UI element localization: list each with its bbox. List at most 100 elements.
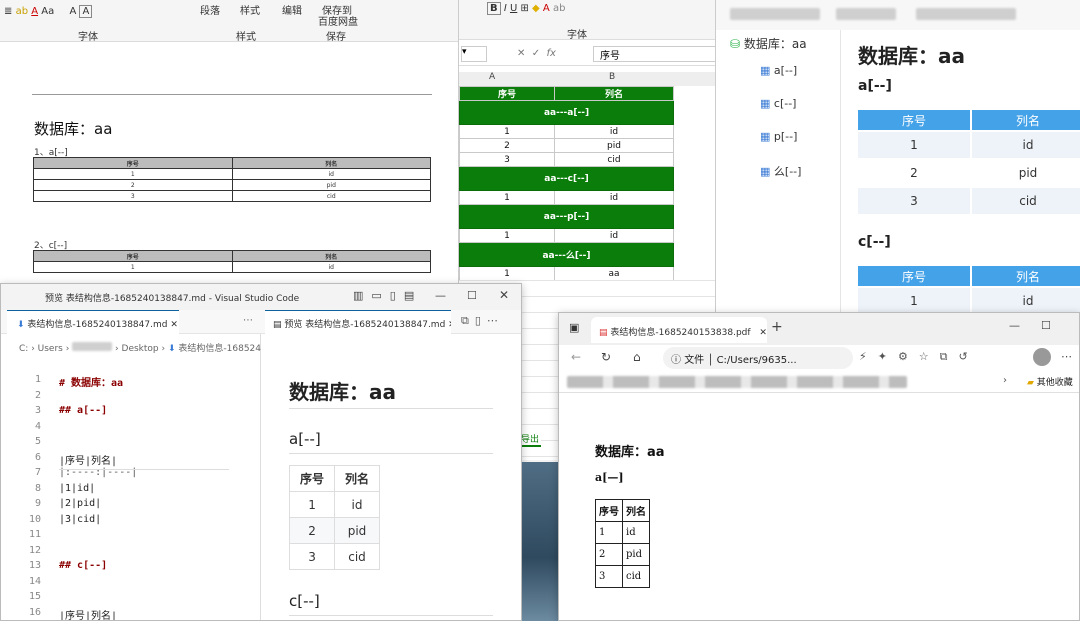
cell[interactable]: 1 — [459, 124, 555, 139]
cell: pid — [970, 158, 1080, 188]
col-a[interactable]: A — [489, 72, 495, 82]
cell: cid — [970, 186, 1080, 216]
background-image — [522, 462, 558, 621]
tab-actions-icon[interactable]: ▣ — [569, 321, 579, 334]
tab-preview[interactable]: ▤ 预览 表结构信息-1685240138847.md ✕ — [265, 310, 451, 334]
line-number: 13 — [28, 560, 41, 571]
save-to-cloud-line2[interactable]: 百度网盘 — [318, 13, 358, 28]
th-index: 序号 — [33, 250, 233, 262]
cell[interactable]: aa — [554, 266, 674, 281]
header-cell[interactable]: 列名 — [554, 86, 674, 101]
maximize-button[interactable]: ☐ — [467, 289, 477, 302]
th-column: 列名 — [970, 108, 1080, 132]
breadcrumb-item[interactable]: C: — [19, 344, 28, 354]
line-number: 2 — [34, 389, 41, 401]
word-window: ≣ ab A Aa A A 字体 段落 样式 样式 编辑 保存到 百度网盘 保存… — [0, 0, 460, 300]
code-line[interactable]: ## c[--] — [59, 560, 107, 571]
group-title-cell[interactable]: aa---p[--] — [459, 204, 674, 229]
tree-item-c[interactable]: ▦ c[--] — [760, 97, 796, 110]
tree-item-p[interactable]: ▦ p[--] — [760, 130, 797, 143]
folder-icon: ▰ — [1027, 378, 1034, 388]
format-buttons[interactable]: B I U ⊞ ◆ A ab — [487, 2, 565, 15]
cell: id — [622, 521, 650, 544]
code-line[interactable]: # 数据库：aa — [59, 374, 123, 389]
cell[interactable]: 3 — [459, 152, 555, 167]
cell: 2 — [33, 179, 233, 191]
cell[interactable]: cid — [554, 152, 674, 167]
list-icon[interactable]: ≣ — [4, 6, 12, 17]
other-bookmarks[interactable]: ▰ 其他收藏 — [1027, 375, 1073, 388]
sheet-tab-export[interactable]: 导出 — [519, 432, 542, 447]
toolbar-icons[interactable]: ⚡✦⚙☆⧉↺ — [859, 350, 979, 364]
cell[interactable]: id — [554, 190, 674, 205]
close-button[interactable]: ✕ — [499, 288, 509, 302]
edit-button[interactable]: 编辑 — [282, 2, 302, 17]
address-bar[interactable]: ⓘ 文件 │ C:/Users/9635... — [663, 347, 853, 369]
minimize-button[interactable]: — — [435, 289, 446, 302]
table-icon: ▦ — [760, 64, 771, 77]
tree-panel: ⛁ 数据库：aa ▦ a[--] ▦ c[--] ▦ p[--] ▦ 么[--] — [716, 30, 841, 312]
font-color-button[interactable]: A — [31, 6, 38, 17]
layout-icons[interactable]: ▥▭▯▤ — [353, 289, 422, 302]
code-line[interactable]: |序号|列名| — [59, 607, 117, 621]
cell[interactable]: id — [554, 124, 674, 139]
code-line[interactable]: |1|id| — [59, 483, 95, 494]
styles-button[interactable]: 样式 — [240, 2, 260, 17]
group-title-cell[interactable]: aa---a[--] — [459, 100, 674, 125]
breadcrumb-item[interactable]: Users — [38, 344, 63, 354]
tree-root[interactable]: ⛁ 数据库：aa — [730, 35, 807, 52]
refresh-button[interactable]: ↻ — [601, 350, 611, 364]
maximize-button[interactable]: ☐ — [1041, 319, 1051, 332]
more-actions-icon[interactable]: ⋯ — [243, 315, 253, 326]
name-box[interactable]: ▾ — [461, 46, 487, 62]
home-button[interactable]: ⌂ — [633, 350, 641, 364]
font-format-buttons[interactable]: ≣ ab A Aa A A — [4, 5, 93, 18]
header-cell[interactable]: 序号 — [459, 86, 555, 101]
tree-item-a[interactable]: ▦ a[--] — [760, 64, 797, 77]
code-line[interactable]: ## a[--] — [59, 405, 107, 416]
formula-icons[interactable]: ✕ ✓ fx — [517, 48, 556, 59]
breadcrumb-item[interactable]: Desktop — [122, 344, 159, 354]
cell[interactable]: 1 — [459, 228, 555, 243]
cell[interactable]: pid — [554, 138, 674, 153]
text-effect-button[interactable]: A — [79, 5, 93, 18]
cell: 3 — [288, 543, 336, 570]
group-title-cell[interactable]: aa---c[--] — [459, 166, 674, 191]
font-group-label: 字体 — [78, 32, 98, 43]
close-tab-icon[interactable]: ✕ — [448, 320, 451, 330]
paragraph-button[interactable]: 段落 — [200, 2, 220, 17]
cell[interactable]: 2 — [459, 138, 555, 153]
word-table-2: 序号 列名 1 id — [33, 250, 431, 273]
group-title-cell[interactable]: aa---么[--] — [459, 242, 674, 267]
avatar[interactable] — [1033, 348, 1051, 366]
header-line — [32, 94, 432, 95]
th-index: 序号 — [856, 264, 972, 288]
breadcrumb[interactable]: C: › Users › › Desktop › ⬇ 表结构信息-1685240… — [19, 341, 278, 354]
tree-item-label: p[--] — [773, 130, 798, 143]
change-case-button[interactable]: Aa — [41, 6, 54, 17]
clear-format-button[interactable]: A — [69, 6, 76, 17]
cell[interactable]: 1 — [459, 190, 555, 205]
close-tab-icon[interactable]: ✕ — [759, 328, 767, 338]
more-menu-icon[interactable]: ⋯ — [1061, 350, 1072, 363]
tab-editor[interactable]: ⬇ 表结构信息-1685240138847.md ✕ — [7, 310, 179, 334]
highlight-icon[interactable]: ab — [16, 6, 28, 17]
editor-tabbar: ⬇ 表结构信息-1685240138847.md ✕ ⋯ — [1, 310, 261, 334]
back-button[interactable]: ← — [571, 350, 581, 364]
tree-item-me[interactable]: ▦ 么[--] — [760, 163, 801, 179]
chevron-right-icon[interactable]: › — [1003, 375, 1007, 386]
minimize-button[interactable]: — — [1009, 319, 1020, 332]
col-b[interactable]: B — [609, 72, 615, 82]
preview-table: 序号 列名 1 id 2 pid 3 cid — [288, 465, 381, 570]
preview-actions[interactable]: ⧉▯⋯ — [461, 314, 504, 328]
cell[interactable]: id — [554, 228, 674, 243]
code-line[interactable]: |3|cid| — [59, 514, 101, 525]
code-line[interactable]: |2|pid| — [59, 498, 101, 509]
new-tab-button[interactable]: + — [771, 319, 783, 335]
formula-input[interactable]: 序号 — [593, 46, 718, 62]
close-tab-icon[interactable]: ✕ — [170, 320, 178, 330]
cell[interactable]: 1 — [459, 266, 555, 281]
line-number: 14 — [28, 575, 41, 587]
code-line[interactable]: |序号|列名| — [59, 452, 117, 467]
tab-pdf[interactable]: ▤ 表结构信息-1685240153838.pdf ✕ — [591, 317, 767, 343]
